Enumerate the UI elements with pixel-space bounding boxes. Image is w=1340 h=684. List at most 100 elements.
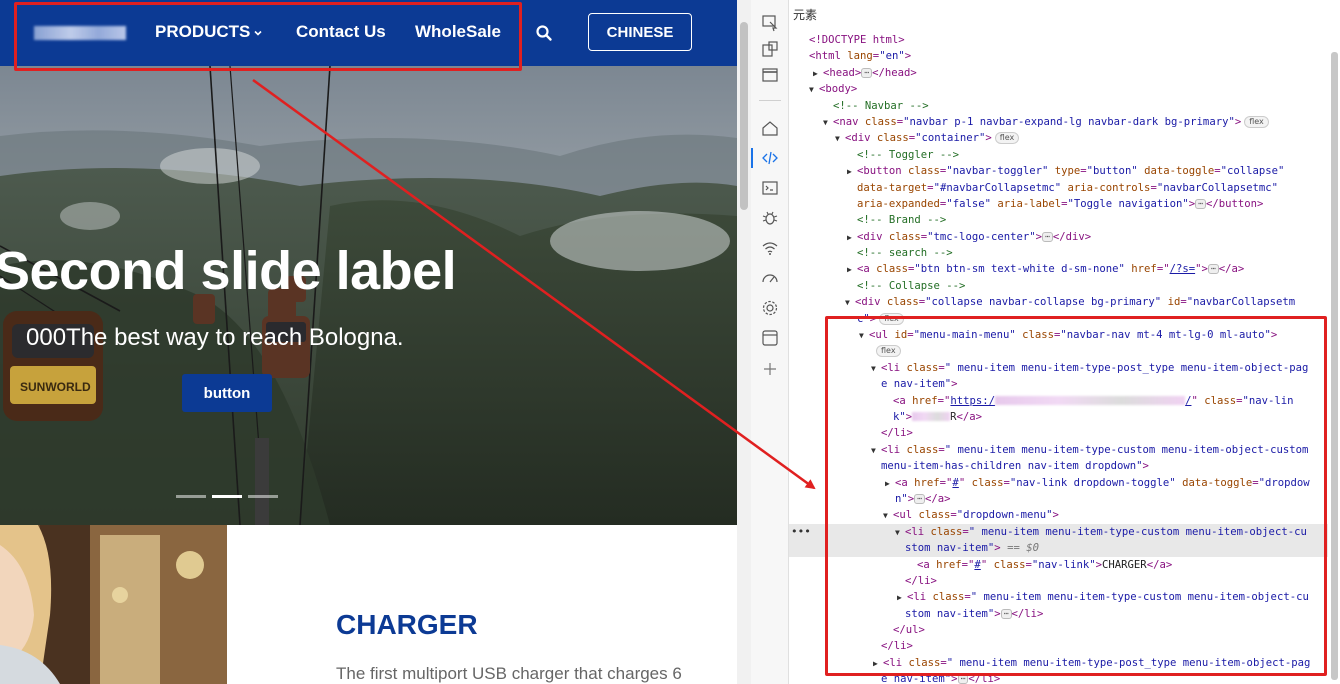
product-title: CHARGER [336, 609, 478, 640]
dom-line[interactable]: </li> [789, 425, 1328, 441]
product-image [0, 525, 227, 684]
ellipsis-icon[interactable]: ⋯ [861, 67, 873, 78]
dom-line[interactable]: flex [789, 343, 1328, 359]
dom-line-selected[interactable]: ▼ <li class=" menu-item menu-item-type-cu… [789, 523, 1328, 541]
dom-line[interactable]: </li> [789, 638, 1328, 654]
home-icon[interactable] [761, 119, 779, 137]
collapse-triangle-icon[interactable]: ▼ [809, 82, 819, 98]
dom-line[interactable]: </ul> [789, 622, 1328, 638]
dom-line[interactable]: ▶ <li class=" menu-item menu-item-type-po… [789, 655, 1328, 671]
search-icon[interactable] [535, 24, 553, 42]
window-icon[interactable] [761, 66, 779, 84]
ellipsis-icon[interactable]: ⋯ [914, 493, 925, 504]
dom-line[interactable]: ▶ <button class="navbar-toggler" type="bu… [789, 163, 1328, 179]
ellipsis-icon[interactable]: ⋯ [1207, 264, 1219, 275]
dom-line[interactable]: <!-- search --> [789, 245, 1328, 261]
expand-triangle-icon[interactable]: ▶ [847, 230, 857, 246]
dom-line[interactable]: ▼ <body> [789, 81, 1328, 97]
dom-line[interactable]: ▶ <a class="btn btn-sm text-white d-sm-no… [789, 261, 1328, 277]
dom-line[interactable]: n"> ⋯ </a> [789, 491, 1328, 507]
carousel-indicator-active[interactable] [212, 495, 242, 498]
settings-icon[interactable] [761, 299, 779, 317]
flex-badge[interactable]: flex [994, 132, 1020, 145]
debugger-icon[interactable] [761, 209, 779, 227]
dom-line[interactable]: ▼ <div class="collapse navbar-collapse bg… [789, 294, 1328, 310]
chevron-down-icon[interactable] [254, 29, 262, 37]
collapse-triangle-icon[interactable]: ▼ [871, 443, 881, 459]
elements-scrollbar[interactable] [1329, 50, 1340, 684]
dom-line[interactable]: ▼ <li class=" menu-item menu-item-type-cu… [789, 442, 1328, 458]
console-icon[interactable] [761, 179, 779, 197]
ellipsis-icon[interactable]: ⋯ [1000, 608, 1012, 619]
dom-line[interactable]: <!-- Collapse --> [789, 278, 1328, 294]
network-icon[interactable] [761, 239, 779, 257]
carousel-indicator[interactable] [176, 495, 206, 498]
collapse-triangle-icon[interactable]: ▼ [859, 328, 869, 344]
flex-badge[interactable]: flex [879, 312, 904, 325]
dom-line[interactable]: e nav-item"> [789, 376, 1328, 392]
nav-products-link[interactable]: PRODUCTS [155, 22, 250, 42]
collapse-triangle-icon[interactable]: ▼ [845, 295, 855, 311]
dom-line[interactable]: ▼ <nav class="navbar p-1 navbar-expand-lg… [789, 114, 1328, 130]
ellipsis-icon[interactable]: ⋯ [957, 674, 969, 684]
dom-line[interactable]: ▶ <head> ⋯ </head> [789, 65, 1328, 81]
collapse-triangle-icon[interactable]: ▼ [871, 361, 881, 377]
dom-line[interactable]: </li> [789, 573, 1328, 589]
dom-line[interactable]: ▼ <ul id="menu-main-menu" class="navbar-n… [789, 327, 1328, 343]
dom-line[interactable]: ▶ <a href="#" class="nav-link dropdown-to… [789, 475, 1328, 491]
dom-line[interactable]: data-target="#navbarCollapsetmc" aria-co… [789, 180, 1328, 196]
device-toolbar-icon[interactable] [761, 40, 779, 58]
dom-tree: <!DOCTYPE html> <html lang="en"> ▶ <head>… [789, 32, 1328, 684]
ellipsis-icon[interactable]: ⋯ [1042, 231, 1053, 242]
language-button[interactable]: CHINESE [588, 13, 692, 51]
scrollbar-thumb[interactable] [1331, 52, 1338, 680]
dom-line[interactable]: <!-- Toggler --> [789, 147, 1328, 163]
expand-triangle-icon[interactable]: ▶ [897, 590, 907, 606]
nav-wholesale-link[interactable]: WholeSale [415, 22, 501, 42]
expand-triangle-icon[interactable]: ▶ [847, 262, 857, 278]
product-description: The first multiport USB charger that cha… [336, 664, 682, 683]
dom-line[interactable]: menu-item-has-children nav-item dropdown… [789, 458, 1328, 474]
dom-line[interactable]: ▼ <div class="container"> flex [789, 130, 1328, 146]
dom-line[interactable]: stom nav-item"> ⋯ </li> [789, 606, 1328, 622]
scrollbar-thumb[interactable] [740, 22, 748, 210]
nav-contact-link[interactable]: Contact Us [296, 22, 386, 42]
expand-triangle-icon[interactable]: ▶ [885, 476, 895, 492]
dom-line[interactable]: k"> R</a> [789, 409, 1328, 425]
dom-line[interactable]: ▼ <li class=" menu-item menu-item-type-po… [789, 360, 1328, 376]
dom-line[interactable]: c"> flex [789, 311, 1328, 327]
expand-triangle-icon[interactable]: ▶ [873, 656, 883, 672]
elements-panel: 元素 <!DOCTYPE html> <html lang="en"> ▶ <he… [789, 0, 1340, 684]
expand-triangle-icon[interactable]: ▶ [813, 66, 823, 82]
dom-line[interactable]: aria-expanded="false" aria-label="Toggle… [789, 196, 1328, 212]
dom-line[interactable]: e nav-item"> ⋯ </li> [789, 671, 1328, 684]
dom-line[interactable]: <!-- Navbar --> [789, 98, 1328, 114]
collapse-triangle-icon[interactable]: ▼ [883, 508, 893, 524]
dom-line[interactable]: <a href="https://" class="nav-lin [789, 393, 1328, 409]
page-scrollbar[interactable] [737, 0, 751, 684]
dom-line[interactable]: <!-- Brand --> [789, 212, 1328, 228]
flex-badge[interactable]: flex [1244, 115, 1269, 128]
brand-logo[interactable] [34, 26, 126, 40]
more-options-icon[interactable]: ••• [791, 524, 811, 540]
dom-line[interactable]: <!DOCTYPE html> [789, 32, 1328, 48]
collapse-triangle-icon[interactable]: ▼ [835, 131, 845, 147]
flex-badge[interactable]: flex [876, 345, 901, 358]
expand-triangle-icon[interactable]: ▶ [847, 164, 857, 180]
ellipsis-icon[interactable]: ⋯ [1195, 198, 1206, 209]
collapse-triangle-icon[interactable]: ▼ [823, 115, 833, 131]
dom-line[interactable]: <html lang="en"> [789, 48, 1328, 64]
dom-line-selected[interactable]: stom nav-item"> == $0 [789, 540, 1328, 557]
dom-line[interactable]: ▶ <div class="tmc-logo-center"> ⋯ </div> [789, 229, 1328, 245]
dom-line[interactable]: ▶ <li class=" menu-item menu-item-type-cu… [789, 589, 1328, 605]
slide-button[interactable]: button [182, 374, 272, 412]
dom-line[interactable]: ▼ <ul class="dropdown-menu"> [789, 507, 1328, 523]
elements-icon[interactable] [761, 149, 779, 167]
collapse-triangle-icon[interactable]: ▼ [895, 525, 905, 541]
dom-line[interactable]: <a href="#" class="nav-link">CHARGER</a> [789, 557, 1328, 573]
inspect-icon[interactable] [761, 14, 779, 32]
carousel-indicator[interactable] [248, 495, 278, 498]
performance-icon[interactable] [761, 269, 779, 287]
application-icon[interactable] [761, 329, 779, 347]
add-icon[interactable] [761, 360, 779, 378]
